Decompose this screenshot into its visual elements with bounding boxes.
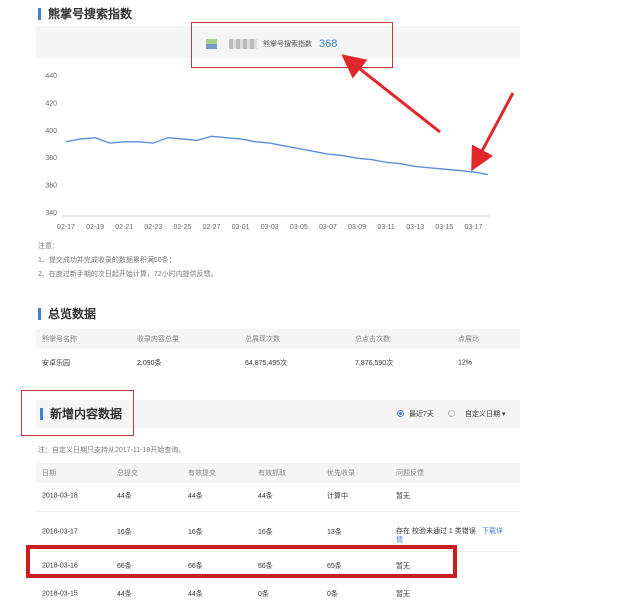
table-row: 2018-03-17 16条 16条 16条 13条 存在 校验未通过 1 类错… xyxy=(36,520,520,544)
header-cell: 总展现次数 xyxy=(245,336,280,343)
valid-submit-cell: 44条 xyxy=(188,493,203,500)
arrow-to-line-end xyxy=(471,92,515,172)
feedback-cell: 存在 校验未通过 1 类错误 xyxy=(396,528,476,535)
table-row: 2018-03-18 44条 44条 44条 计算中 暂无 xyxy=(36,486,520,506)
valid-submit-cell: 16条 xyxy=(188,529,203,536)
annotation-box-row xyxy=(26,545,457,578)
note-item: 1、提交成功并完成收录的数据累积满50条； xyxy=(38,257,176,264)
date-cell: 2018-03-17 xyxy=(42,528,78,536)
custom-date-note: 注：自定义日期只支持从2017-11-18开始查询。 xyxy=(38,447,186,454)
header-cell: 总提交 xyxy=(117,470,138,477)
priority-index-cell: 13条 xyxy=(327,529,342,536)
arrow-to-legend xyxy=(341,54,441,134)
date-cell: 2018-03-15 xyxy=(42,590,78,598)
header-cell: 熊掌号名称 xyxy=(42,336,77,343)
feedback-cell: 暂无 xyxy=(396,493,410,500)
note-item: 2、在度过新手期的次日起开始计算，72小时内提供反馈。 xyxy=(38,271,218,278)
total-submit-cell: 44条 xyxy=(117,493,132,500)
header-cell: 收录内容总量 xyxy=(137,336,179,343)
total-submit-cell: 16条 xyxy=(117,529,132,536)
annotation-arrows xyxy=(341,54,515,172)
header-cell: 点展比 xyxy=(458,336,479,343)
new-content-header-row: 日期 总提交 有效提交 有效抓取 优先收录 问题反馈 xyxy=(36,463,520,483)
priority-index-cell: 0条 xyxy=(327,591,338,598)
valid-crawl-cell: 16条 xyxy=(258,529,273,536)
impressions-total: 64,875,495次 xyxy=(245,360,288,367)
recent-7-days-label[interactable]: 最近7天 xyxy=(409,409,434,419)
annotation-box-title xyxy=(21,390,134,436)
header-cell: 日期 xyxy=(42,470,56,477)
total-submit-cell: 44条 xyxy=(117,591,132,598)
header-cell: 有效提交 xyxy=(188,470,216,477)
date-cell: 2018-03-18 xyxy=(42,492,78,500)
valid-crawl-cell: 0条 xyxy=(258,591,269,598)
valid-submit-cell: 44条 xyxy=(188,591,203,598)
indexed-total: 2,090条 xyxy=(137,360,162,367)
download-detail-link[interactable]: 下载详 xyxy=(482,526,503,536)
row-divider xyxy=(36,511,520,512)
custom-date-dropdown[interactable]: 自定义日期 ▾ xyxy=(465,409,505,419)
notes: 注意： 1、提交成功并完成收录的数据累积满50条； 2、在度过新手期的次日起开始… xyxy=(38,240,218,282)
notes-title: 注意： xyxy=(38,243,59,250)
ctr-value: 12% xyxy=(458,359,473,367)
valid-crawl-cell: 44条 xyxy=(258,493,273,500)
header-cell: 总点击次数 xyxy=(355,336,390,343)
download-detail-line1[interactable]: 下载详 xyxy=(482,528,503,535)
account-name: 安卓乐园 xyxy=(42,360,70,367)
header-cell: 优先收录 xyxy=(327,470,355,477)
priority-index-cell: 计算中 xyxy=(327,493,348,500)
recent-7-days-radio[interactable] xyxy=(397,410,404,417)
overview-header-row: 熊掌号名称 收录内容总量 总展现次数 总点击次数 点展比 xyxy=(36,329,520,349)
custom-date-radio[interactable] xyxy=(448,410,455,417)
table-row: 2018-03-15 44条 44条 0条 0条 暂无 xyxy=(36,584,520,604)
download-detail-line2[interactable]: 情 xyxy=(396,537,403,544)
header-cell: 有效抓取 xyxy=(258,470,286,477)
download-detail-link-wrap[interactable]: 情 xyxy=(396,535,403,545)
clicks-total: 7,876,590次 xyxy=(355,360,394,367)
overview-data-row: 安卓乐园 2,090条 64,875,495次 7,876,590次 12% xyxy=(36,353,520,373)
overview-title: 总览数据 xyxy=(38,308,96,320)
feedback-cell: 暂无 xyxy=(396,591,410,598)
header-cell: 问题反馈 xyxy=(396,470,424,477)
